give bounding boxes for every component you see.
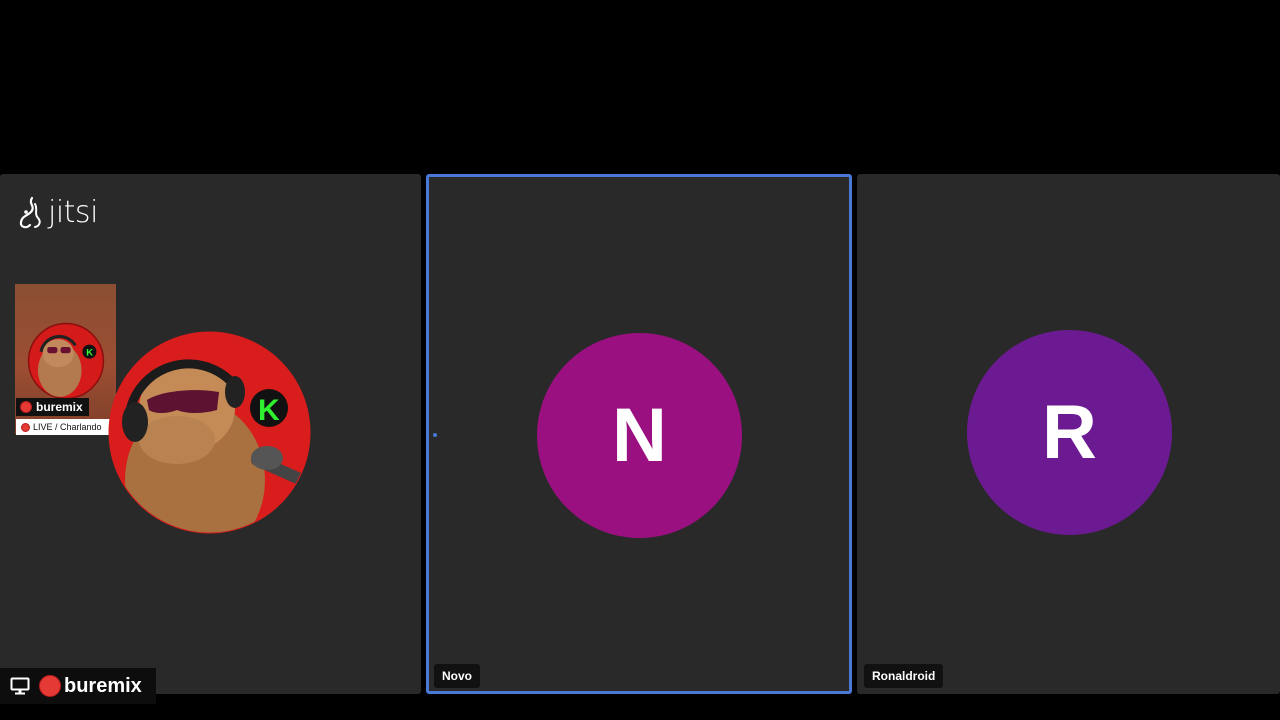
thumbnail-name-label: buremix	[16, 398, 89, 416]
participant-avatar-ronaldroid: R	[967, 330, 1172, 535]
participant-tile-buremix[interactable]: jitsi K buremix LIVE / Charlando K	[0, 174, 421, 694]
recording-dot-icon	[20, 401, 32, 413]
screen-share-name-label: buremix	[0, 668, 156, 704]
participant-avatar-image: K	[108, 331, 311, 534]
screen-share-name-text: buremix	[64, 674, 142, 697]
participant-name-label-ronaldroid: Ronaldroid	[864, 664, 944, 688]
participant-tile-ronaldroid[interactable]: R Ronaldroid	[857, 174, 1280, 694]
jitsi-logo-icon	[19, 196, 41, 229]
svg-text:K: K	[86, 348, 93, 358]
connection-indicator-icon	[433, 433, 437, 437]
live-dot-icon	[21, 422, 30, 432]
recording-dot-icon	[39, 675, 61, 697]
thumbnail-status-text: LIVE / Charlando	[33, 422, 102, 432]
thumbnail-avatar-image: K	[27, 322, 105, 400]
jitsi-logo-text: jitsi	[48, 195, 98, 230]
thumbnail-name-text: buremix	[36, 400, 83, 414]
participant-tile-novo[interactable]: N Novo	[426, 174, 852, 694]
thumbnail-status-label: LIVE / Charlando	[16, 419, 116, 435]
monitor-icon	[10, 677, 30, 695]
screen-share-name: buremix	[39, 675, 142, 698]
svg-text:K: K	[258, 394, 280, 427]
jitsi-watermark: jitsi	[18, 196, 98, 230]
participant-name-label-novo: Novo	[434, 664, 480, 688]
participant-avatar-novo: N	[537, 333, 742, 538]
conference-stage: jitsi K buremix LIVE / Charlando K N Nov…	[0, 0, 1280, 720]
